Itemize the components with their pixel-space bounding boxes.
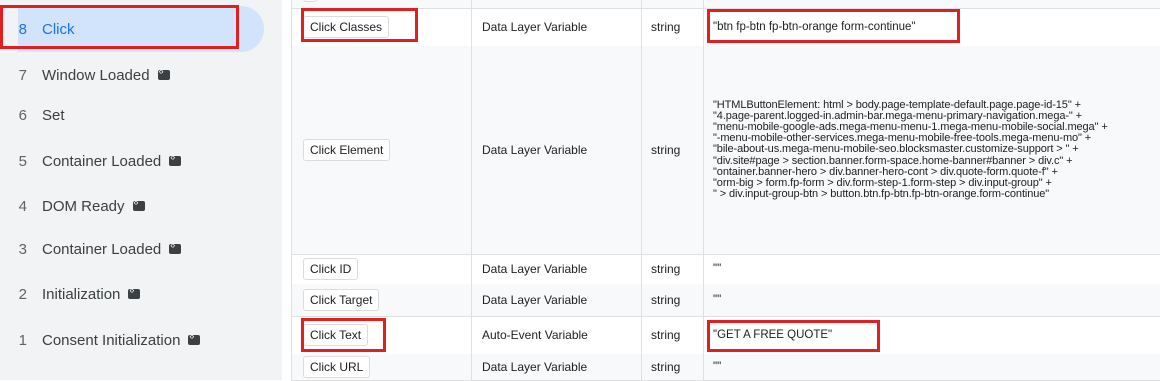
variable-value: "btn fp-btn fp-btn-orange form-continue" <box>713 20 916 33</box>
sidebar-event-click[interactable]: 8 Click <box>18 6 264 52</box>
variable-value: "" <box>713 262 722 275</box>
table-row: Click Text Auto-Event Variable string "G… <box>291 316 1160 355</box>
variable-name[interactable]: Click Target <box>303 289 380 311</box>
event-number: 5 <box>18 152 27 170</box>
event-number: 4 <box>18 197 27 215</box>
event-label: Consent Initialization <box>42 331 181 349</box>
variable-value: "" <box>713 293 722 306</box>
variable-name[interactable]: Click Element <box>303 139 391 161</box>
event-sidebar: 8 Click 7 Window Loaded 6 Set 5 Containe… <box>0 0 282 380</box>
event-label: Click <box>42 20 75 38</box>
variable-type: Data Layer Variable <box>482 143 588 157</box>
sidebar-event-container-loaded[interactable]: 5 Container Loaded <box>0 138 282 184</box>
event-number: 8 <box>18 20 27 38</box>
variable-type: Data Layer Variable <box>482 293 588 307</box>
variable-kind: string <box>651 293 681 307</box>
event-number: 1 <box>18 331 27 349</box>
variable-name[interactable]: Click Text <box>303 324 369 346</box>
variable-name[interactable]: Click Classes <box>303 16 390 38</box>
variable-kind: string <box>651 143 681 157</box>
code-tag-icon <box>132 197 145 211</box>
column-divider <box>291 0 292 380</box>
event-label: Initialization <box>42 285 121 303</box>
code-tag-icon <box>128 285 141 299</box>
event-number: 6 <box>18 106 27 124</box>
sidebar-event-container-loaded[interactable]: 3 Container Loaded <box>0 226 282 272</box>
variable-value: "HTMLButtonElement: html > body.page-tem… <box>713 98 1108 201</box>
code-tag-icon <box>157 66 170 80</box>
variable-value: "" <box>713 360 722 373</box>
table-row: Click Element Data Layer Variable string… <box>291 46 1160 255</box>
variable-name[interactable]: Click URL <box>303 356 371 378</box>
event-label: Set <box>42 106 65 124</box>
code-tag-icon <box>169 240 182 254</box>
event-label: DOM Ready <box>42 197 125 215</box>
variable-kind: string <box>651 20 681 34</box>
variable-kind: string <box>651 328 681 342</box>
variable-name[interactable]: Click ID <box>303 258 359 280</box>
code-tag-icon <box>169 152 182 166</box>
column-divider <box>641 0 642 380</box>
variable-type: Data Layer Variable <box>482 360 588 374</box>
table-row: Click Target Data Layer Variable string … <box>291 284 1160 317</box>
variable-kind: string <box>651 262 681 276</box>
variable-type: Auto-Event Variable <box>482 328 588 342</box>
sidebar-event-consent-initialization[interactable]: 1 Consent Initialization <box>0 317 282 363</box>
variables-table: Click Classes Data Layer Variable string… <box>291 0 1160 381</box>
column-divider <box>471 0 472 380</box>
sidebar-event-set[interactable]: 6 Set <box>0 92 282 138</box>
previous-row-chip <box>303 0 317 2</box>
column-divider <box>703 0 704 380</box>
event-label: Container Loaded <box>42 240 162 258</box>
event-label: Window Loaded <box>42 66 150 84</box>
code-tag-icon <box>188 331 201 345</box>
event-number: 2 <box>18 285 27 303</box>
table-row: Click ID Data Layer Variable string "" <box>291 254 1160 285</box>
table-row: Click URL Data Layer Variable string "" <box>291 354 1160 381</box>
table-row: Click Classes Data Layer Variable string… <box>291 8 1160 47</box>
variable-kind: string <box>651 360 681 374</box>
sidebar-event-initialization[interactable]: 2 Initialization <box>0 271 282 317</box>
variable-type: Data Layer Variable <box>482 262 588 276</box>
event-number: 3 <box>18 240 27 258</box>
variable-type: Data Layer Variable <box>482 20 588 34</box>
event-number: 7 <box>18 66 27 84</box>
variable-value: "GET A FREE QUOTE" <box>713 328 833 341</box>
event-label: Container Loaded <box>42 152 162 170</box>
sidebar-event-dom-ready[interactable]: 4 DOM Ready <box>0 183 282 229</box>
